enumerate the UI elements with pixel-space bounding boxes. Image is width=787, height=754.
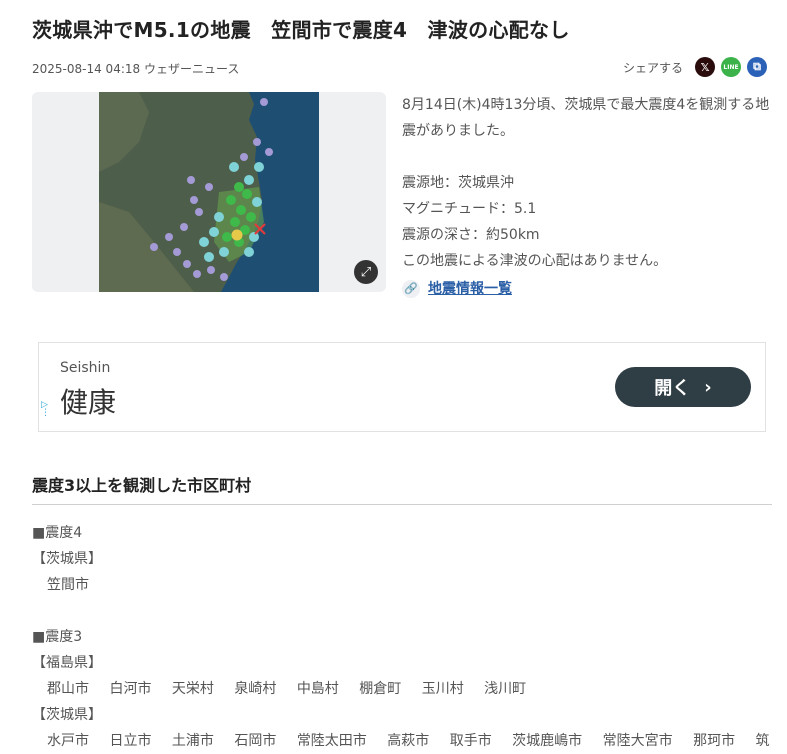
- intensity-list: ■震度4 【茨城県】 笠間市 ■震度3 【福島県】 郡山市 白河市 天栄村 泉崎…: [32, 520, 787, 754]
- town-name: 玉川村: [421, 681, 464, 697]
- town-name: 笠間市: [47, 577, 89, 593]
- intensity-3-label: ■震度3: [32, 629, 83, 645]
- town-name: 棚倉町: [359, 681, 402, 697]
- town-name: 石岡市: [234, 733, 277, 749]
- article-meta: 2025-08-14 04:18 ウェザーニュース: [32, 60, 239, 77]
- summary-magnitude: マグニチュード：5.1: [402, 201, 537, 217]
- ad-open-label: 開く: [654, 378, 691, 399]
- link-icon: 🔗: [402, 280, 420, 298]
- share-bar: シェアする 𝕏 LINE ⧉: [623, 57, 767, 77]
- summary-lead: 8月14日(木)4時13分頃、茨城県で最大震度4を観測する地震がありました。: [402, 97, 770, 139]
- town-name: 取手市: [449, 733, 492, 749]
- line-share-icon[interactable]: LINE: [721, 57, 741, 77]
- prefecture-ibaraki-4: 【茨城県】: [32, 551, 102, 567]
- town-name: 土浦市: [171, 733, 214, 749]
- town-name: 日立市: [109, 733, 152, 749]
- summary-tsunami: この地震による津波の心配はありません。: [402, 253, 668, 269]
- town-row: 笠間市: [32, 572, 787, 598]
- summary-depth: 震源の深さ：約50km: [402, 227, 540, 243]
- town-name: 水戸市: [47, 733, 89, 749]
- town-name: 常陸大宮市: [602, 733, 673, 749]
- earthquake-summary: 8月14日(木)4時13分頃、茨城県で最大震度4を観測する地震がありました。 震…: [402, 92, 772, 302]
- town-name: 筑: [755, 733, 770, 749]
- earthquake-list-link-label[interactable]: 地震情報一覧: [428, 276, 512, 302]
- town-name: 常陸太田市: [296, 733, 367, 749]
- town-name: 中島村: [296, 681, 339, 697]
- ad-open-button[interactable]: 開く ›: [615, 367, 751, 407]
- intensity-4-label: ■震度4: [32, 525, 83, 541]
- prefecture-ibaraki-3: 【茨城県】: [32, 707, 102, 723]
- ad-brand: Seishin: [60, 360, 111, 376]
- summary-epicenter: 震源地：茨城県沖: [402, 175, 514, 191]
- town-name: 高萩市: [387, 733, 430, 749]
- intensity-map-image: [99, 92, 319, 292]
- earthquake-map[interactable]: ⤢: [32, 92, 386, 292]
- ad-headline: 健康: [60, 386, 117, 419]
- ad-choices-icon[interactable]: ▷ ⋮: [41, 401, 50, 418]
- town-name: 那珂市: [693, 733, 736, 749]
- town-name: 泉崎村: [234, 681, 277, 697]
- expand-icon[interactable]: ⤢: [354, 260, 378, 284]
- town-name: 天栄村: [171, 681, 214, 697]
- section-heading: 震度3以上を観測した市区町村: [32, 476, 252, 495]
- town-name: 郡山市: [47, 681, 89, 697]
- x-share-icon[interactable]: 𝕏: [695, 57, 715, 77]
- town-row: 水戸市 日立市 土浦市 石岡市 常陸太田市 高萩市 取手市 茨城鹿嶋市 常陸大宮…: [32, 728, 787, 754]
- article-title: 茨城県沖でM5.1の地震 笠間市で震度4 津波の心配なし: [32, 18, 570, 42]
- copy-link-icon[interactable]: ⧉: [747, 57, 767, 77]
- article-date: 2025-08-14 04:18: [32, 62, 141, 76]
- town-name: 白河市: [109, 681, 152, 697]
- chevron-right-icon: ›: [704, 376, 712, 398]
- prefecture-fukushima-3: 【福島県】: [32, 655, 102, 671]
- advertisement-banner[interactable]: ▷ ⋮ Seishin 健康 開く ›: [38, 342, 766, 432]
- article-source[interactable]: ウェザーニュース: [144, 62, 239, 76]
- town-row: 郡山市 白河市 天栄村 泉崎村 中島村 棚倉町 玉川村 浅川町: [32, 676, 787, 702]
- town-name: 浅川町: [484, 681, 527, 697]
- earthquake-list-link[interactable]: 🔗 地震情報一覧: [402, 276, 772, 302]
- share-label: シェアする: [622, 60, 683, 75]
- section-divider: [32, 504, 772, 505]
- town-name: 茨城鹿嶋市: [512, 733, 583, 749]
